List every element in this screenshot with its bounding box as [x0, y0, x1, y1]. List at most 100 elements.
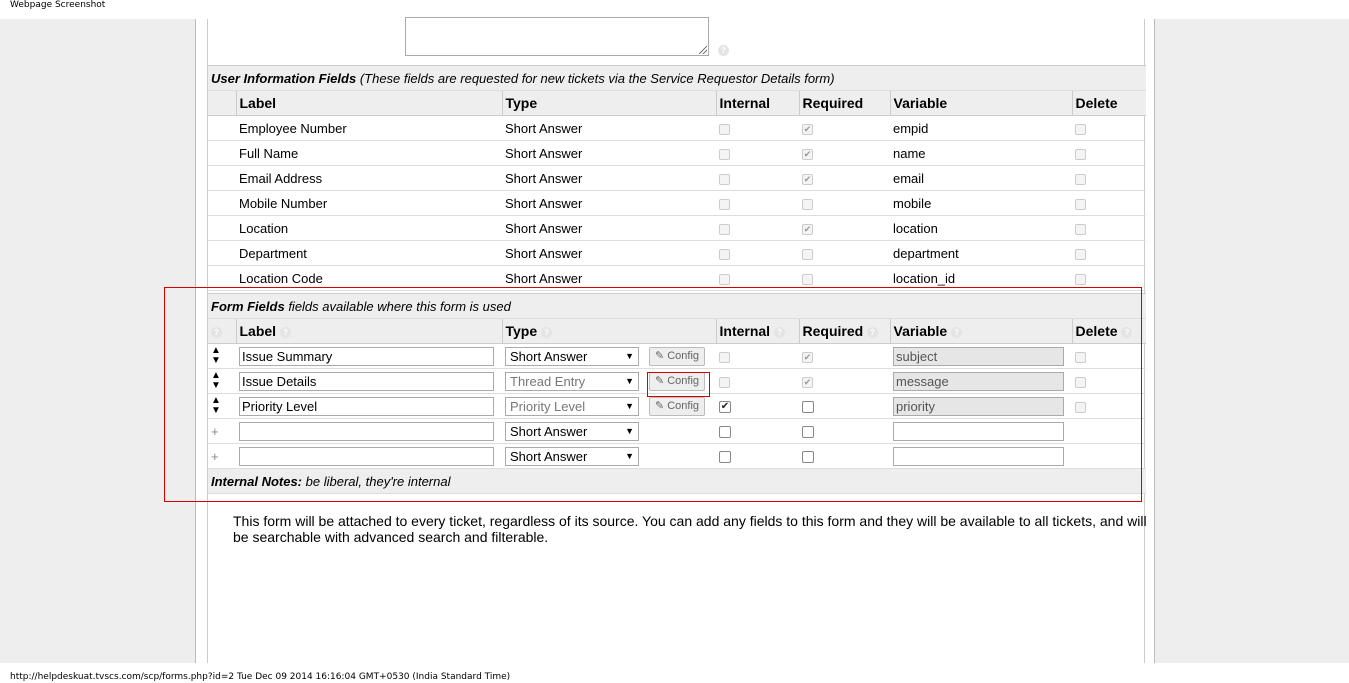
print-footer: http://helpdeskuat.tvscs.com/scp/forms.p… [10, 672, 511, 682]
field-type-select[interactable]: Short Answer ▼ [505, 421, 639, 441]
field-type: Short Answer [502, 140, 716, 166]
table-row: Location Short Answer ✔ location [208, 215, 1147, 241]
sort-handle-icon[interactable]: ▲ ▼ [211, 346, 221, 366]
required-checkbox[interactable]: ✔ [802, 351, 813, 363]
chevron-down-icon: ▼ [625, 450, 634, 461]
field-variable-input[interactable] [893, 446, 1064, 466]
delete-checkbox[interactable] [1075, 273, 1086, 285]
field-type: Short Answer [502, 165, 716, 191]
field-variable-input[interactable]: subject [893, 346, 1064, 366]
field-label-input[interactable]: Issue Details [239, 371, 494, 391]
internal-checkbox[interactable] [719, 223, 730, 235]
help-icon[interactable]: ? [867, 326, 879, 338]
required-checkbox[interactable] [802, 248, 813, 260]
field-type-select[interactable]: Priority Level ▼ [505, 396, 639, 416]
add-icon: + [211, 423, 219, 439]
edit-icon: ✎ [654, 349, 665, 362]
delete-checkbox[interactable] [1075, 173, 1086, 185]
help-icon[interactable]: ? [718, 45, 729, 56]
field-label-input[interactable]: Issue Summary [239, 346, 494, 366]
help-icon[interactable]: ? [279, 326, 291, 338]
field-type-select[interactable]: Short Answer ▼ [505, 346, 639, 366]
required-checkbox[interactable]: ✔ [802, 123, 813, 135]
chevron-down-icon: ▼ [625, 425, 634, 436]
required-checkbox[interactable]: ✔ [802, 223, 813, 235]
field-label: Mobile Number [236, 190, 502, 216]
delete-checkbox[interactable] [1075, 198, 1086, 210]
required-checkbox[interactable] [802, 401, 814, 414]
internal-checkbox[interactable] [719, 376, 730, 388]
field-variable: name [890, 140, 1072, 166]
print-header: Webpage Screenshot [10, 0, 106, 10]
internal-checkbox[interactable]: ✔ [719, 401, 731, 414]
edit-icon: ✎ [654, 399, 665, 412]
field-type-select[interactable]: Short Answer ▼ [505, 446, 639, 466]
field-variable: empid [890, 115, 1072, 141]
delete-checkbox[interactable] [1075, 148, 1086, 160]
form-fields-header: Form Fields fields available where this … [208, 293, 1147, 319]
help-icon[interactable]: ? [211, 326, 222, 338]
content-page: ? User Information Fields (These fields … [195, 17, 1155, 663]
config-button[interactable]: ✎ Config [649, 346, 705, 366]
internal-checkbox[interactable] [719, 123, 730, 135]
required-checkbox[interactable] [802, 426, 814, 439]
sort-handle-icon[interactable]: ▲ ▼ [211, 396, 221, 416]
column-header-row: ? Label ? Type ? Internal ? Required ? V… [208, 318, 1147, 344]
help-icon[interactable]: ? [541, 326, 553, 338]
form-description: This form will be attached to every tick… [233, 513, 1147, 545]
resize-grip-icon[interactable] [699, 46, 707, 54]
table-row: ▲ ▼ Priority Level Priority Level ▼ ✎ Config ✔… [208, 393, 1147, 419]
internal-checkbox[interactable] [719, 173, 730, 185]
instructions-textarea[interactable] [405, 17, 709, 56]
field-label-input[interactable]: Priority Level [239, 396, 494, 416]
chevron-down-icon: ▼ [625, 375, 634, 386]
col-required: Required [802, 323, 864, 339]
required-checkbox[interactable]: ✔ [802, 376, 813, 388]
table-row: Mobile Number Short Answer mobile [208, 190, 1147, 216]
required-checkbox[interactable]: ✔ [802, 148, 813, 160]
field-label-input[interactable] [239, 421, 494, 441]
field-variable: department [890, 240, 1072, 266]
field-label: Location Code [236, 265, 502, 291]
delete-checkbox[interactable] [1075, 248, 1086, 260]
internal-checkbox[interactable] [719, 273, 730, 285]
internal-checkbox[interactable] [719, 451, 731, 464]
required-checkbox[interactable]: ✔ [802, 173, 813, 185]
internal-checkbox[interactable] [719, 248, 730, 260]
field-label: Location [236, 215, 502, 241]
col-type: Type [502, 90, 717, 116]
col-internal: Internal [716, 90, 800, 116]
config-button[interactable]: ✎ Config [649, 396, 705, 416]
internal-checkbox[interactable] [719, 426, 731, 439]
col-label: Label [239, 323, 277, 339]
field-label: Department [236, 240, 502, 266]
user-info-table: User Information Fields (These fields ar… [208, 65, 1147, 291]
delete-checkbox[interactable] [1075, 376, 1086, 388]
sort-handle-icon[interactable]: ▲ ▼ [211, 371, 221, 391]
delete-checkbox[interactable] [1075, 351, 1086, 363]
form-fields-table: Form Fields fields available where this … [208, 293, 1147, 494]
delete-checkbox[interactable] [1075, 123, 1086, 135]
internal-checkbox[interactable] [719, 198, 730, 210]
col-variable: Variable [890, 90, 1073, 116]
delete-checkbox[interactable] [1075, 401, 1086, 413]
field-variable: email [890, 165, 1072, 191]
required-checkbox[interactable] [802, 451, 814, 464]
internal-checkbox[interactable] [719, 148, 730, 160]
field-variable-input[interactable] [893, 421, 1064, 441]
column-header-row: Label Type Internal Required Variable De… [208, 90, 1147, 116]
field-variable-input[interactable]: message [893, 371, 1064, 391]
help-icon[interactable]: ? [1121, 326, 1133, 338]
delete-checkbox[interactable] [1075, 223, 1086, 235]
field-type-select[interactable]: Thread Entry ▼ [505, 371, 639, 391]
field-variable: mobile [890, 190, 1072, 216]
required-checkbox[interactable] [802, 198, 813, 210]
required-checkbox[interactable] [802, 273, 813, 285]
config-button[interactable]: ✎ Config [649, 371, 705, 391]
help-icon[interactable]: ? [951, 326, 963, 338]
section-subtitle: fields available where this form is used [288, 298, 511, 314]
field-label-input[interactable] [239, 446, 494, 466]
internal-checkbox[interactable] [719, 351, 730, 363]
help-icon[interactable]: ? [773, 326, 785, 338]
field-variable-input[interactable]: priority [893, 396, 1064, 416]
